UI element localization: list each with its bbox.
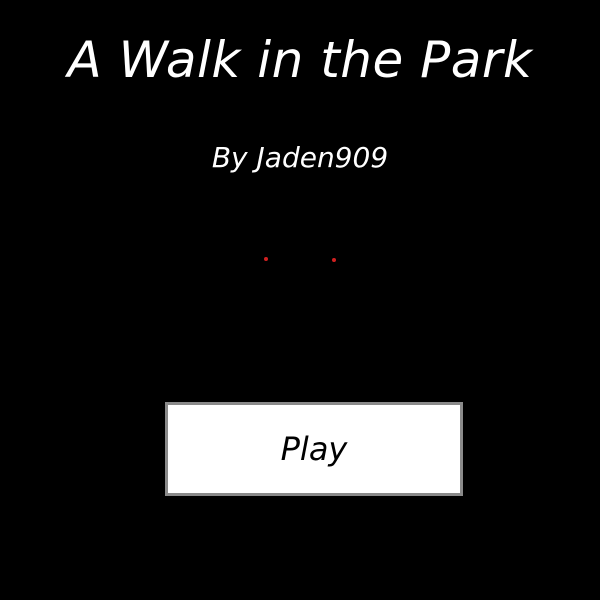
left-red-eye — [264, 257, 268, 261]
play-button[interactable]: Play — [165, 402, 463, 496]
author-byline: By Jaden909 — [211, 141, 389, 174]
play-button-label: Play — [280, 430, 348, 468]
title-screen: A Walk in the Park By Jaden909 Play — [0, 0, 600, 600]
game-title: A Walk in the Park — [67, 31, 533, 89]
right-red-eye — [332, 258, 336, 262]
